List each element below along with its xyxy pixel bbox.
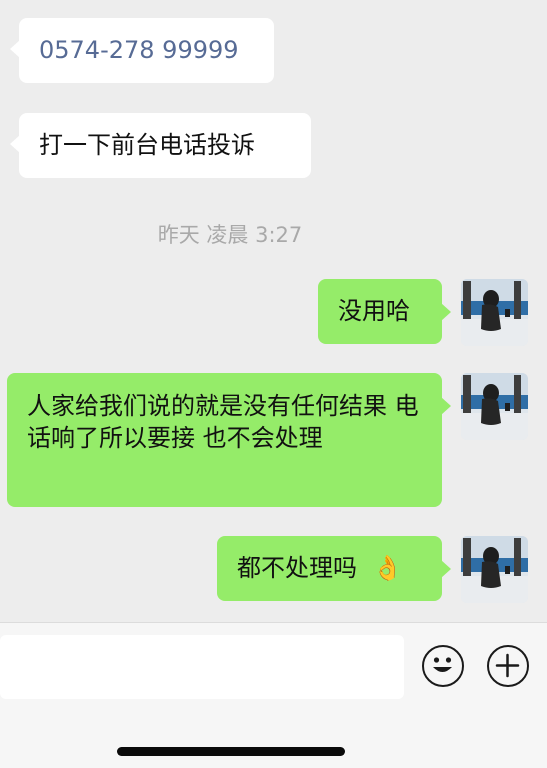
message-text: 打一下前台电话投诉	[39, 131, 255, 159]
ok-hand-emoji: 👌	[372, 554, 403, 582]
outgoing-message[interactable]: 都不处理吗 👌	[217, 536, 451, 601]
phone-number-text[interactable]: 0574-278 99999	[39, 36, 239, 64]
avatar[interactable]	[461, 279, 528, 346]
incoming-message[interactable]: 打一下前台电话投诉	[10, 113, 311, 178]
avatar-photo-icon	[461, 279, 528, 346]
avatar[interactable]	[461, 373, 528, 440]
emoji-button[interactable]	[422, 645, 464, 687]
message-text: 没用哈	[338, 297, 410, 325]
outgoing-message[interactable]: 没用哈	[318, 279, 451, 344]
avatar-photo-icon	[461, 536, 528, 603]
plus-circle-icon	[495, 653, 520, 678]
avatar-photo-icon	[461, 373, 528, 440]
smiley-face-icon	[433, 657, 452, 672]
message-text: 都不处理吗	[237, 554, 357, 582]
home-indicator[interactable]	[117, 747, 345, 756]
plus-button[interactable]	[487, 645, 529, 687]
message-text: 人家给我们说的就是没有任何结果 电话响了所以要接 也不会处理	[27, 392, 419, 452]
message-input[interactable]	[0, 635, 404, 699]
outgoing-message-long[interactable]: 人家给我们说的就是没有任何结果 电话响了所以要接 也不会处理	[7, 373, 451, 507]
input-bar	[0, 622, 547, 768]
timestamp: 昨天 凌晨 3:27	[157, 223, 303, 247]
incoming-message-phone[interactable]: 0574-278 99999	[10, 18, 274, 83]
avatar[interactable]	[461, 536, 528, 603]
